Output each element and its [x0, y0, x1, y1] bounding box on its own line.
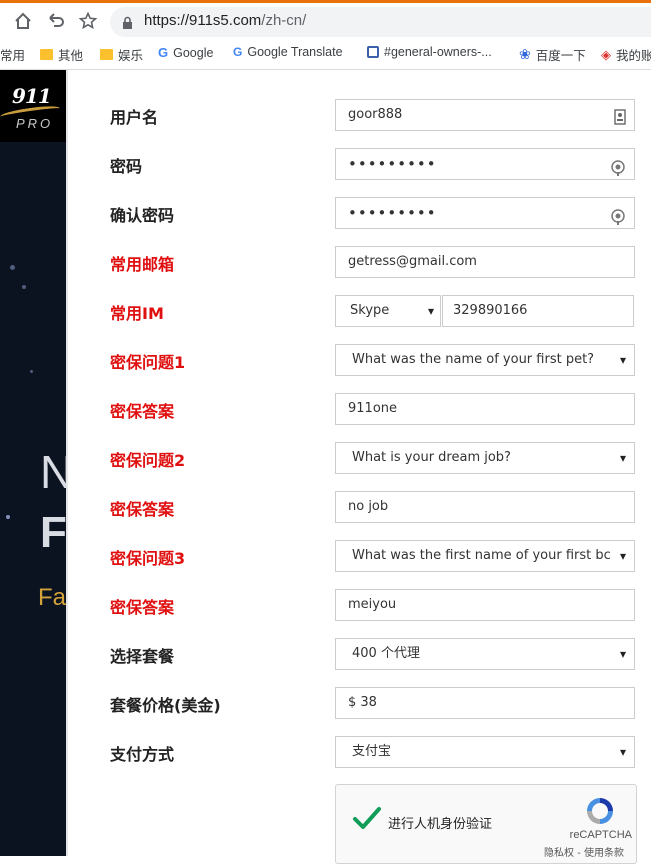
price-input: $ 38	[335, 687, 635, 719]
email-value: getress@gmail.com	[348, 254, 477, 269]
confirm-password-label: 确认密码	[110, 206, 175, 225]
recaptcha-label: 进行人机身份验证	[388, 817, 493, 832]
security-answer-1-value: 911one	[348, 401, 398, 416]
undo-icon[interactable]	[45, 10, 67, 32]
email-label: 常用邮箱	[110, 255, 175, 274]
background-dot	[6, 515, 10, 519]
bookmark-google[interactable]: G Google	[158, 45, 213, 60]
security-answer-2-label: 密保答案	[110, 500, 175, 519]
security-question-1-label: 密保问题1	[110, 353, 186, 372]
im-type-select[interactable]: Skype	[335, 295, 441, 327]
logo-number: 911	[12, 84, 52, 108]
bookmark-general-owners[interactable]: #general-owners-...	[367, 45, 492, 59]
password-manager-icon[interactable]	[610, 156, 626, 179]
page-background: 911 PRO N F Fa	[0, 70, 66, 856]
lock-icon	[122, 15, 133, 34]
address-bar-row: https://911s5.com/zh-cn/	[0, 3, 651, 37]
bookmark-yule[interactable]: 娱乐	[100, 45, 143, 64]
payment-select[interactable]: 支付宝	[335, 736, 635, 768]
security-answer-3-label: 密保答案	[110, 598, 175, 617]
bookmark-changyong[interactable]: 常用	[0, 45, 25, 64]
bookmark-label: Google Translate	[247, 45, 343, 59]
username-input[interactable]: goor888	[335, 99, 635, 131]
background-dot	[30, 370, 33, 373]
bookmark-baidu[interactable]: ❀ 百度一下	[519, 45, 586, 64]
security-question-1-select[interactable]: What was the name of your first pet?	[335, 344, 635, 376]
url-path: /zh-cn/	[261, 12, 307, 29]
security-question-1-value: What was the name of your first pet?	[352, 352, 595, 367]
folder-icon	[100, 49, 113, 60]
package-label: 选择套餐	[110, 647, 175, 666]
im-account-value: 329890166	[453, 303, 528, 318]
payment-label: 支付方式	[110, 745, 175, 764]
home-icon[interactable]	[12, 10, 34, 32]
security-question-3-value: What was the first name of your first bc	[352, 548, 611, 563]
recaptcha-logo-icon	[584, 795, 616, 831]
im-type-value: Skype	[350, 303, 390, 318]
security-answer-3-input[interactable]: meiyou	[335, 589, 635, 621]
security-question-2-select[interactable]: What is your dream job?	[335, 442, 635, 474]
confirm-password-input[interactable]: •••••••••	[335, 197, 635, 229]
background-dot	[22, 285, 26, 289]
bookmark-qita[interactable]: 其他	[40, 45, 83, 64]
password-value: •••••••••	[348, 155, 437, 173]
im-account-input[interactable]: 329890166	[442, 295, 634, 327]
bookmark-label: 其他	[58, 49, 84, 63]
password-label: 密码	[110, 157, 143, 176]
price-label: 套餐价格(美金)	[110, 696, 221, 715]
recaptcha-links[interactable]: 隐私权 - 使用条款	[544, 844, 624, 859]
confirm-password-value: •••••••••	[348, 204, 437, 222]
recaptcha-brand: reCAPTCHA	[569, 829, 632, 841]
security-answer-2-input[interactable]: no job	[335, 491, 635, 523]
security-question-2-label: 密保问题2	[110, 451, 186, 470]
package-select[interactable]: 400 个代理	[335, 638, 635, 670]
bookmark-label: 娱乐	[118, 49, 144, 63]
omnibox[interactable]: https://911s5.com/zh-cn/	[110, 7, 651, 37]
price-value: $ 38	[348, 695, 377, 710]
bookmark-label: 百度一下	[535, 49, 586, 63]
site-logo[interactable]: 911 PRO	[0, 70, 66, 142]
username-value: goor888	[348, 107, 403, 122]
contact-card-icon	[614, 107, 626, 130]
translate-icon: G	[233, 45, 243, 59]
security-answer-1-label: 密保答案	[110, 402, 175, 421]
bookmarks-bar: 常用 其他 娱乐 G Google G Google Translate #gene…	[0, 37, 651, 70]
logo-sub: PRO	[16, 116, 54, 131]
payment-value: 支付宝	[352, 744, 392, 759]
checkmark-icon[interactable]	[352, 805, 382, 835]
bookmark-label: Google	[173, 45, 214, 60]
username-label: 用户名	[110, 108, 159, 127]
password-manager-icon[interactable]	[610, 205, 626, 228]
bookmark-label: 常用	[0, 49, 26, 63]
hero-letter-f: F	[40, 508, 66, 557]
bookmark-wode[interactable]: ◈ 我的账	[601, 45, 651, 64]
security-answer-3-value: meiyou	[348, 597, 397, 612]
password-input[interactable]: •••••••••	[335, 148, 635, 180]
bookmark-star-icon[interactable]	[77, 10, 99, 32]
package-value: 400 个代理	[352, 646, 420, 661]
security-answer-1-input[interactable]: 911one	[335, 393, 635, 425]
im-label: 常用IM	[110, 304, 164, 323]
hero-letter-n: N	[40, 446, 66, 498]
email-input[interactable]: getress@gmail.com	[335, 246, 635, 278]
baidu-paw-icon: ❀	[519, 46, 531, 62]
security-question-3-label: 密保问题3	[110, 549, 186, 568]
security-answer-2-value: no job	[348, 499, 389, 514]
folder-icon	[40, 49, 53, 60]
app-icon	[367, 46, 379, 58]
bookmark-google-translate[interactable]: G Google Translate	[233, 45, 343, 59]
security-question-3-select[interactable]: What was the first name of your first bc	[335, 540, 635, 572]
bookmark-label: 我的账	[616, 49, 651, 63]
hero-text-fa: Fa	[38, 584, 66, 611]
background-dot	[10, 265, 15, 270]
url-host: https://911s5.com	[144, 12, 262, 29]
security-question-2-value: What is your dream job?	[352, 450, 511, 465]
recaptcha-widget: 进行人机身份验证 reCAPTCHA 隐私权 - 使用条款	[335, 784, 637, 864]
diamond-icon: ◈	[601, 46, 611, 62]
bookmark-label: #general-owners-...	[384, 45, 492, 59]
url-text: https://911s5.com/zh-cn/	[144, 12, 306, 29]
google-icon: G	[158, 45, 169, 60]
